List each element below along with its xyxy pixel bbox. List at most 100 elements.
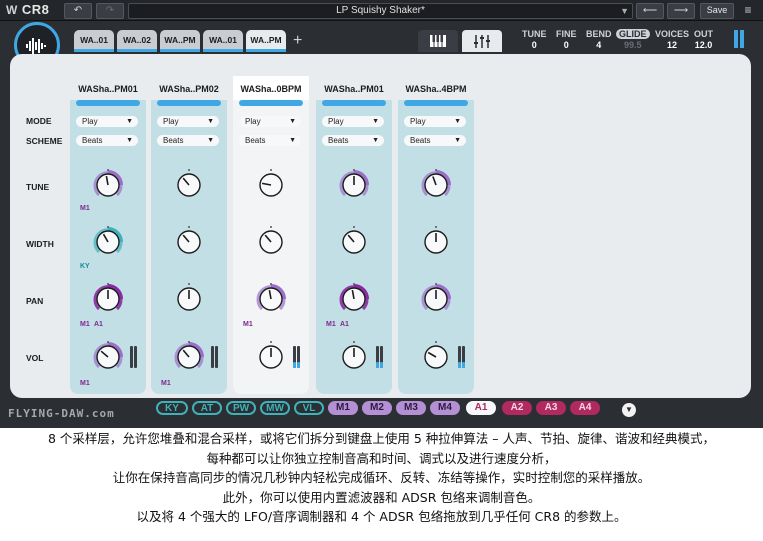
redo-button[interactable]: ↷ (96, 3, 124, 19)
width-knob[interactable] (91, 225, 125, 259)
tune-knob[interactable] (254, 168, 288, 202)
keyboard-view-button[interactable] (418, 30, 458, 52)
mod-m4[interactable]: M4 (430, 401, 460, 415)
mod-vl[interactable]: VL (294, 401, 324, 415)
mod-ky[interactable]: KY (156, 401, 188, 415)
tune-header[interactable]: TUNE 0 (522, 29, 547, 50)
mode-dropdown[interactable]: Play ▼ (76, 116, 138, 127)
modulation-label[interactable]: A1 (340, 321, 349, 328)
output-meter (733, 28, 745, 48)
scheme-dropdown[interactable]: Beats ▼ (157, 135, 219, 146)
strip-level-bar (76, 100, 140, 106)
chevron-down-icon: ▼ (126, 118, 133, 125)
modulation-label[interactable]: M1 (161, 380, 171, 387)
mod-mw[interactable]: MW (260, 401, 290, 415)
save-button[interactable]: Save (700, 3, 734, 19)
mod-a4[interactable]: A4 (570, 401, 600, 415)
modulation-label[interactable]: KY (80, 263, 90, 270)
width-knob[interactable] (337, 225, 371, 259)
menu-icon[interactable]: ≡ (740, 3, 756, 17)
cr8-app-window: W CR8 ↶ ↷ LP Squishy Shaker* ▼ ⟵ ⟶ Save ≡… (0, 0, 763, 428)
redo-icon: ↷ (105, 5, 115, 16)
pan-knob[interactable] (337, 282, 371, 316)
mode-value: Play (245, 117, 261, 126)
tune-knob[interactable] (172, 168, 206, 202)
pan-knob[interactable] (172, 282, 206, 316)
volume-meter (293, 346, 301, 368)
add-layer-button[interactable]: + (293, 32, 302, 50)
strip-name[interactable]: WASha..4BPM (398, 84, 474, 94)
layer-tab-3[interactable]: WA..PM (160, 30, 200, 52)
scheme-dropdown[interactable]: Beats ▼ (404, 135, 466, 146)
pan-knob[interactable] (91, 282, 125, 316)
fine-header[interactable]: FINE 0 (556, 29, 577, 50)
modulation-label[interactable]: A1 (94, 321, 103, 328)
mode-dropdown[interactable]: Play ▼ (322, 116, 384, 127)
width-knob[interactable] (419, 225, 453, 259)
mod-m1[interactable]: M1 (328, 401, 358, 415)
vol-knob[interactable] (254, 340, 288, 374)
tune-knob[interactable] (419, 168, 453, 202)
mod-a1[interactable]: A1 (466, 401, 496, 415)
modulation-label[interactable]: M1 (80, 321, 90, 328)
expand-icon[interactable]: ▼ (622, 403, 636, 417)
mode-dropdown[interactable]: Play ▼ (157, 116, 219, 127)
vol-knob[interactable] (91, 340, 125, 374)
modulation-label[interactable]: M1 (80, 380, 90, 387)
glide-toggle[interactable]: GLIDE (616, 29, 650, 39)
mode-value: Play (328, 117, 344, 126)
tune-knob[interactable] (337, 168, 371, 202)
scheme-dropdown[interactable]: Beats ▼ (239, 135, 301, 146)
next-preset-button[interactable]: ⟶ (667, 3, 695, 19)
mod-at[interactable]: AT (192, 401, 222, 415)
chevron-down-icon: ▼ (289, 137, 296, 144)
voices-header[interactable]: VOICES 12 (655, 29, 689, 50)
modulation-label[interactable]: M1 (243, 321, 253, 328)
out-header[interactable]: OUT 12.0 (694, 29, 713, 50)
pan-knob[interactable] (419, 282, 453, 316)
mode-dropdown[interactable]: Play ▼ (404, 116, 466, 127)
scheme-dropdown[interactable]: Beats ▼ (322, 135, 384, 146)
chevron-down-icon: ▼ (207, 137, 214, 144)
strip-name[interactable]: WASha..0BPM (233, 84, 309, 94)
layer-tab-2[interactable]: WA..02 (117, 30, 157, 52)
mod-m2[interactable]: M2 (362, 401, 392, 415)
vol-knob[interactable] (172, 340, 206, 374)
glide-header[interactable]: GLIDE 99.5 (616, 29, 650, 50)
prev-preset-button[interactable]: ⟵ (636, 3, 664, 19)
layer-tab-1[interactable]: WA..01 (74, 30, 114, 52)
scheme-value: Beats (82, 136, 103, 145)
pan-knob[interactable] (254, 282, 288, 316)
scheme-dropdown[interactable]: Beats ▼ (76, 135, 138, 146)
preset-selector[interactable]: LP Squishy Shaker* ▼ (128, 3, 633, 19)
layer-tab-4[interactable]: WA..01 (203, 30, 243, 52)
strip-name[interactable]: WASha..PM01 (70, 84, 146, 94)
mod-a2[interactable]: A2 (502, 401, 532, 415)
undo-button[interactable]: ↶ (64, 3, 92, 19)
bend-header[interactable]: BEND 4 (586, 29, 612, 50)
caption-line: 8 个采样层，允许您堆叠和混合采样，或将它们拆分到键盘上使用 5 种拉伸算法 –… (47, 431, 716, 446)
mod-a3[interactable]: A3 (536, 401, 566, 415)
mode-dropdown[interactable]: Play ▼ (239, 116, 301, 127)
strip-level-bar (404, 100, 468, 106)
modulation-label[interactable]: M1 (80, 205, 90, 212)
logo: W CR8 (6, 2, 50, 17)
tune-knob[interactable] (91, 168, 125, 202)
strip-name[interactable]: WASha..PM01 (316, 84, 392, 94)
width-knob[interactable] (172, 225, 206, 259)
mod-pw[interactable]: PW (226, 401, 256, 415)
mixer-view-button[interactable] (462, 30, 502, 52)
layer-tab-5[interactable]: WA..PM (246, 30, 286, 52)
mod-m3[interactable]: M3 (396, 401, 426, 415)
vol-knob[interactable] (419, 340, 453, 374)
chevron-down-icon: ▼ (372, 137, 379, 144)
tune-row-label: TUNE (26, 182, 50, 192)
arrow-left-icon: ⟵ (642, 5, 658, 16)
vol-knob[interactable] (337, 340, 371, 374)
strip-level-bar (157, 100, 221, 106)
pan-row-label: PAN (26, 296, 44, 306)
modulation-label[interactable]: M1 (326, 321, 336, 328)
width-knob[interactable] (254, 225, 288, 259)
strip-level-bar (322, 100, 386, 106)
strip-name[interactable]: WASha..PM02 (151, 84, 227, 94)
